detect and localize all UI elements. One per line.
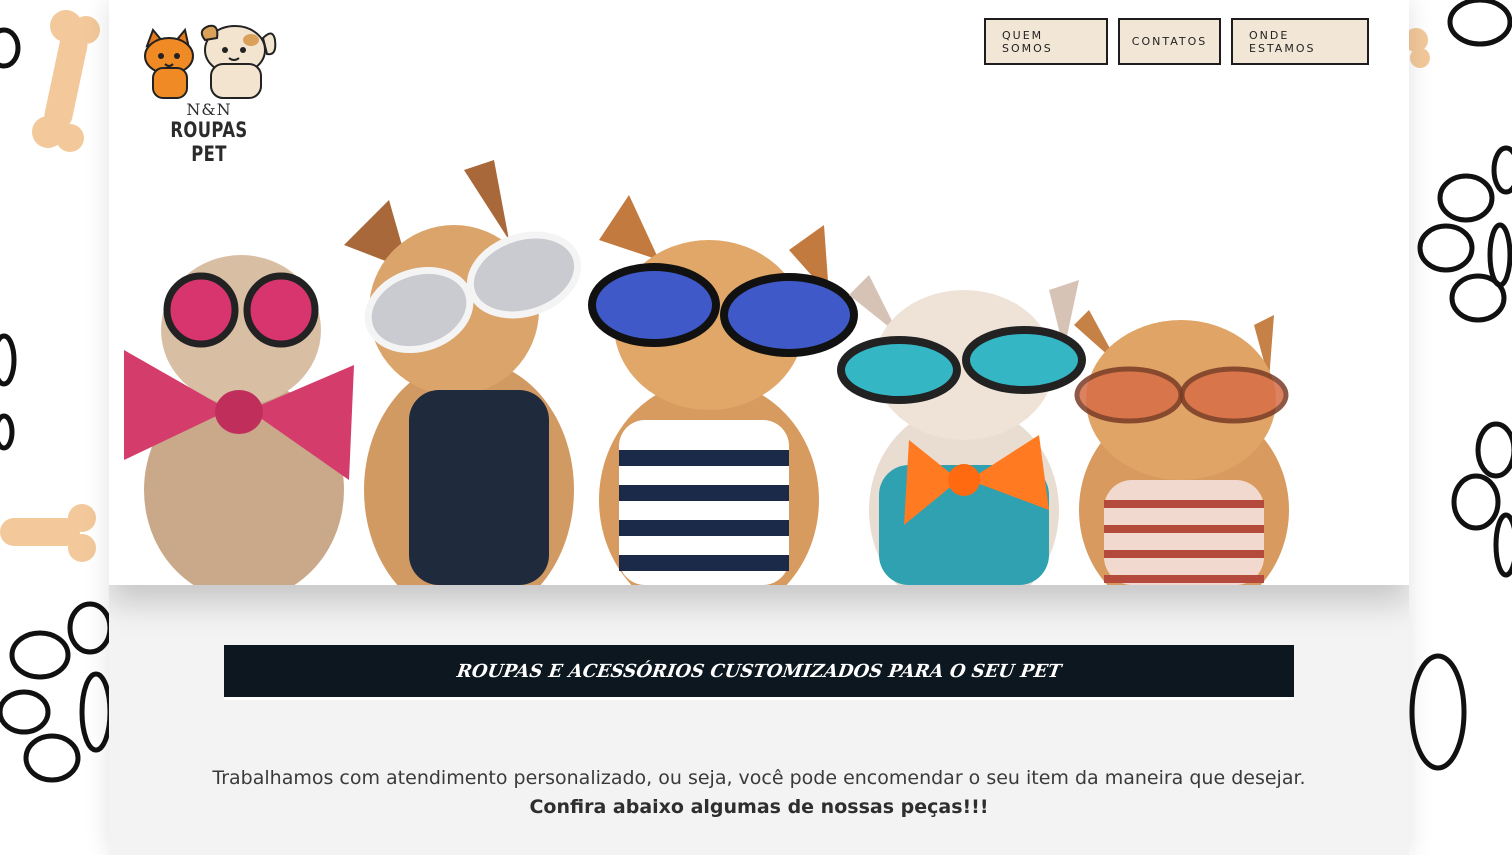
header: N&N ROUPAS PET QUEM SOMOS CONTATOS ONDE … <box>109 0 1409 585</box>
paw-print-icon <box>0 601 113 783</box>
hero-image <box>109 150 1409 585</box>
top-navigation: QUEM SOMOS CONTATOS ONDE ESTAMOS <box>984 18 1369 65</box>
bone-icon <box>32 10 100 152</box>
dog-3-illustration <box>588 195 858 585</box>
dog-4-illustration <box>837 275 1086 585</box>
dog-2-illustration <box>344 160 582 585</box>
cat-dog-logo-icon <box>144 24 277 99</box>
intro-text: Trabalhamos com atendimento personalizad… <box>212 767 1306 789</box>
nav-onde-estamos-button[interactable]: ONDE ESTAMOS <box>1231 18 1369 65</box>
dog-1-illustration <box>124 255 354 585</box>
paw-print-icon <box>1409 0 1512 771</box>
slogan-text: ROUPAS E ACESSÓRIOS CUSTOMIZADOS PARA O … <box>455 660 1063 682</box>
logo-brand-initials: N&N <box>186 100 232 119</box>
dogs-with-sunglasses-image <box>124 160 1289 585</box>
main-card: N&N ROUPAS PET QUEM SOMOS CONTATOS ONDE … <box>109 0 1409 855</box>
intro-section: Trabalhamos com atendimento personalizad… <box>109 764 1409 822</box>
logo[interactable]: N&N ROUPAS PET <box>139 24 284 166</box>
dog-5-illustration <box>1074 310 1289 585</box>
slogan-banner: ROUPAS E ACESSÓRIOS CUSTOMIZADOS PARA O … <box>224 645 1294 700</box>
paw-print-icon <box>0 27 21 451</box>
nav-quem-somos-button[interactable]: QUEM SOMOS <box>984 18 1108 65</box>
bone-icon <box>0 504 96 562</box>
intro-call-to-action: Confira abaixo algumas de nossas peças!!… <box>529 796 989 818</box>
nav-contatos-button[interactable]: CONTATOS <box>1118 18 1221 65</box>
